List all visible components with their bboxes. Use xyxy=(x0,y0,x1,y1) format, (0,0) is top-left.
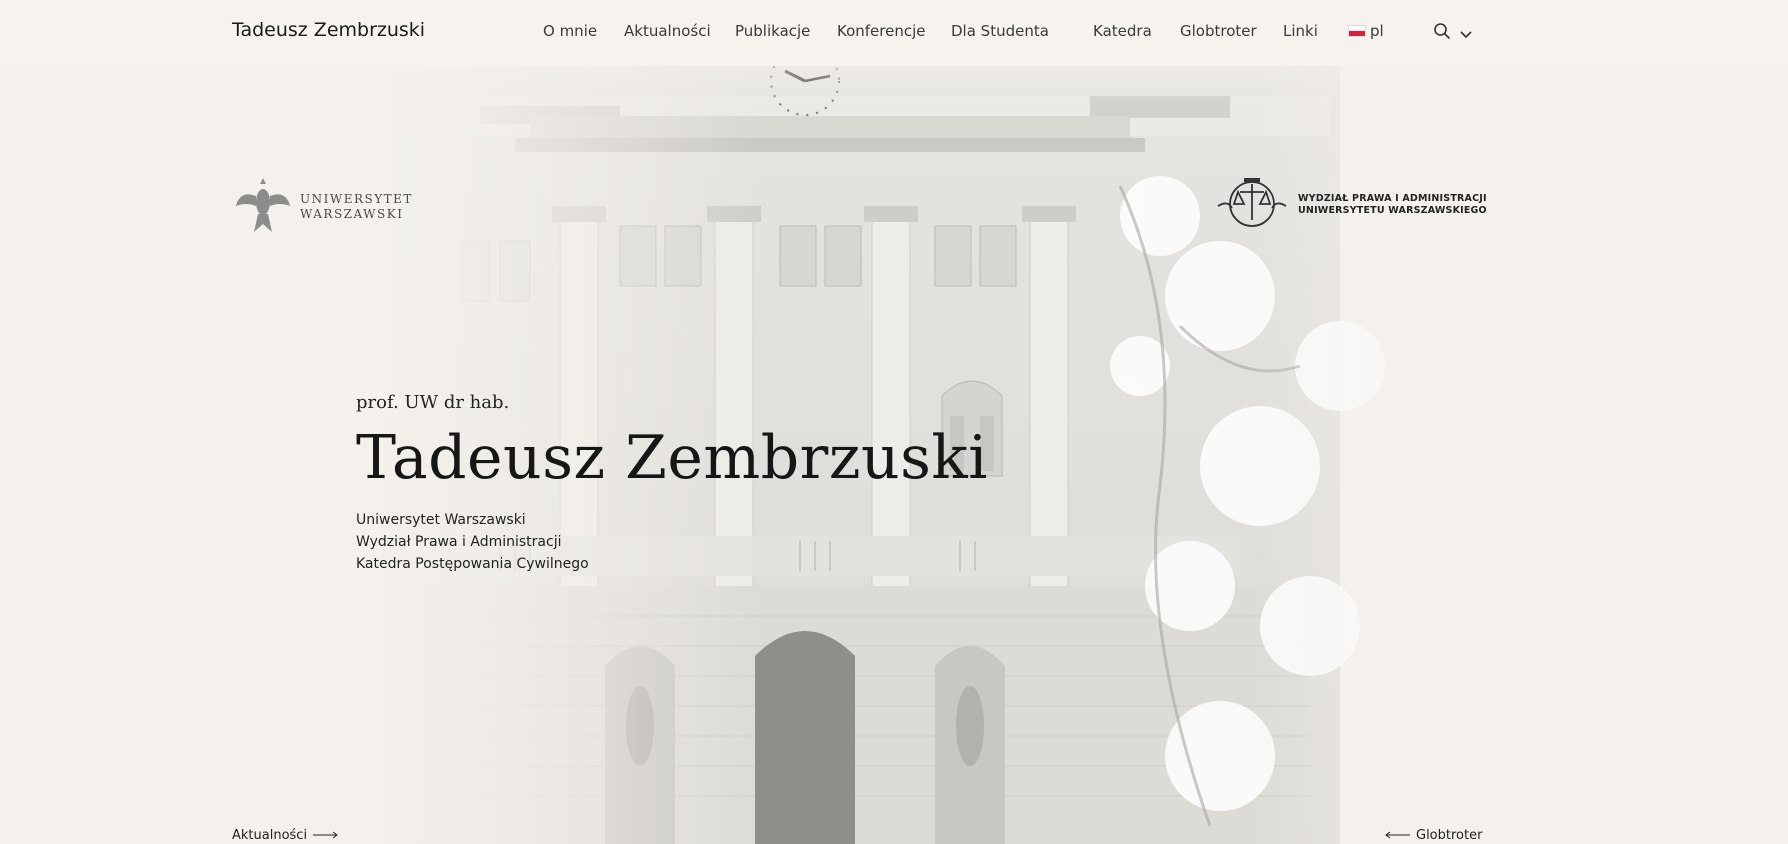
next-section-label: Globtroter xyxy=(1416,828,1483,843)
arrow-right-icon xyxy=(313,828,339,843)
nav-item-aktualnosci[interactable]: Aktualności xyxy=(624,22,711,40)
wpia-logo-line1: WYDZIAŁ PRAWA I ADMINISTRACJI xyxy=(1298,193,1487,204)
scales-emblem-icon xyxy=(1214,170,1290,240)
hero-fade-top xyxy=(0,66,1788,106)
affiliation-department: Katedra Postępowania Cywilnego xyxy=(356,556,589,572)
uw-logo-line2: WARSZAWSKI xyxy=(300,207,404,221)
chevron-down-icon[interactable] xyxy=(1460,25,1472,44)
affiliation-university: Uniwersytet Warszawski xyxy=(356,512,526,528)
hero-name: Tadeusz Zembrzuski xyxy=(356,423,988,493)
affiliation-faculty: Wydział Prawa i Administracji xyxy=(356,534,562,550)
hero-section: UNIWERSYTET WARSZAWSKI WYDZIAŁ PRAWA I A xyxy=(0,66,1788,844)
nav-item-konferencje[interactable]: Konferencje xyxy=(837,22,926,40)
nav-item-o-mnie[interactable]: O mnie xyxy=(543,22,597,40)
site-header: Tadeusz Zembrzuski O mnie Aktualności Pu… xyxy=(0,0,1788,66)
prev-section-link[interactable]: Aktualności xyxy=(232,828,339,843)
arrow-left-icon xyxy=(1384,828,1410,843)
site-title[interactable]: Tadeusz Zembrzuski xyxy=(232,19,425,41)
uw-logo-line1: UNIWERSYTET xyxy=(300,192,413,206)
nav-item-globtroter[interactable]: Globtroter xyxy=(1180,22,1257,40)
affiliation-list: Uniwersytet Warszawski Wydział Prawa i A… xyxy=(356,509,988,575)
wpia-logo-line2: UNIWERSYTETU WARSZAWSKIEGO xyxy=(1298,205,1487,216)
academic-title: prof. UW dr hab. xyxy=(356,392,510,413)
next-section-link[interactable]: Globtroter xyxy=(1384,828,1482,843)
nav-item-dla-studenta[interactable]: Dla Studenta xyxy=(951,22,1049,40)
search-icon[interactable] xyxy=(1433,22,1451,44)
nav-item-katedra[interactable]: Katedra xyxy=(1093,22,1152,40)
nav-item-linki[interactable]: Linki xyxy=(1283,22,1318,40)
poland-flag-icon xyxy=(1348,25,1366,37)
language-selector[interactable]: pl xyxy=(1348,22,1384,40)
nav-item-publikacje[interactable]: Publikacje xyxy=(735,22,810,40)
uw-logo[interactable]: UNIWERSYTET WARSZAWSKI xyxy=(232,172,413,242)
eagle-emblem-icon xyxy=(232,172,294,242)
wpia-logo[interactable]: WYDZIAŁ PRAWA I ADMINISTRACJI UNIWERSYTE… xyxy=(1214,170,1487,240)
language-label: pl xyxy=(1370,22,1384,40)
prev-section-label: Aktualności xyxy=(232,828,308,843)
hero-text-block: prof. UW dr hab. Tadeusz Zembrzuski Uniw… xyxy=(356,392,988,575)
